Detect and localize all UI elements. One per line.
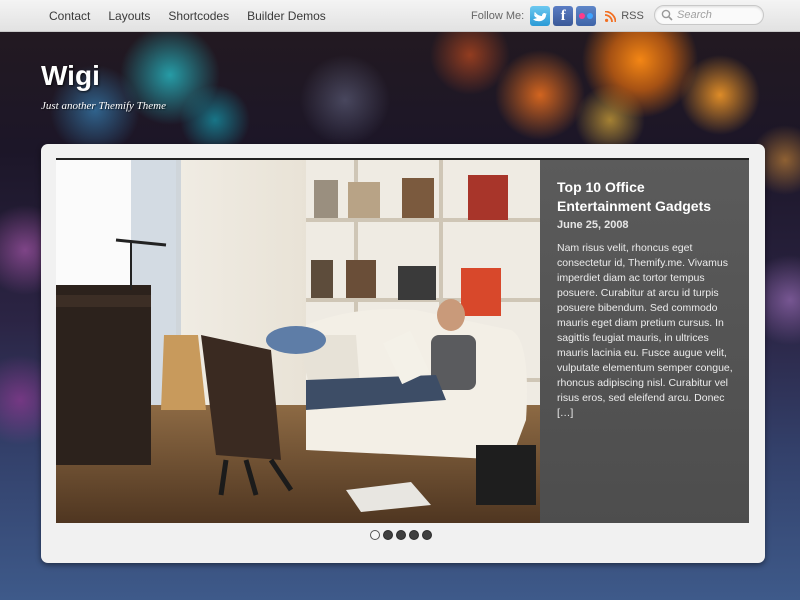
slide: Top 10 Office Entertainment Gadgets June… [56, 158, 749, 523]
search-input[interactable] [677, 7, 757, 23]
rss-label: RSS [621, 10, 644, 22]
slider-dot-5[interactable] [422, 530, 432, 540]
social-links: Follow Me: f RSS [471, 0, 644, 32]
rss-link[interactable]: RSS [605, 10, 644, 22]
featured-slider: Top 10 Office Entertainment Gadgets June… [41, 144, 765, 563]
site-tagline: Just another Themify Theme [41, 100, 166, 112]
main-nav: Contact Layouts Shortcodes Builder Demos [40, 0, 335, 32]
slider-pager [370, 530, 435, 540]
slider-dot-2[interactable] [383, 530, 393, 540]
rss-icon [605, 10, 617, 22]
facebook-icon[interactable]: f [553, 6, 574, 26]
search-icon [661, 9, 673, 21]
twitter-icon[interactable] [530, 6, 551, 26]
slider-dot-4[interactable] [409, 530, 419, 540]
slide-excerpt: Nam risus velit, rhoncus eget consectetu… [557, 242, 733, 419]
nav-layouts[interactable]: Layouts [108, 9, 150, 23]
slide-image[interactable] [56, 160, 540, 523]
flickr-icon[interactable] [576, 6, 597, 26]
follow-label: Follow Me: [471, 10, 525, 22]
nav-builder-demos[interactable]: Builder Demos [247, 9, 326, 23]
site-title[interactable]: Wigi [41, 60, 100, 92]
search-box [654, 5, 764, 25]
slide-date: June 25, 2008 [557, 219, 629, 231]
slider-dot-1[interactable] [370, 530, 380, 540]
slide-caption: Top 10 Office Entertainment Gadgets June… [540, 160, 749, 523]
top-bar: Contact Layouts Shortcodes Builder Demos… [0, 0, 800, 32]
slider-dot-3[interactable] [396, 530, 406, 540]
nav-shortcodes[interactable]: Shortcodes [168, 9, 229, 23]
nav-contact[interactable]: Contact [49, 9, 90, 23]
slide-title[interactable]: Top 10 Office Entertainment Gadgets [557, 178, 733, 216]
